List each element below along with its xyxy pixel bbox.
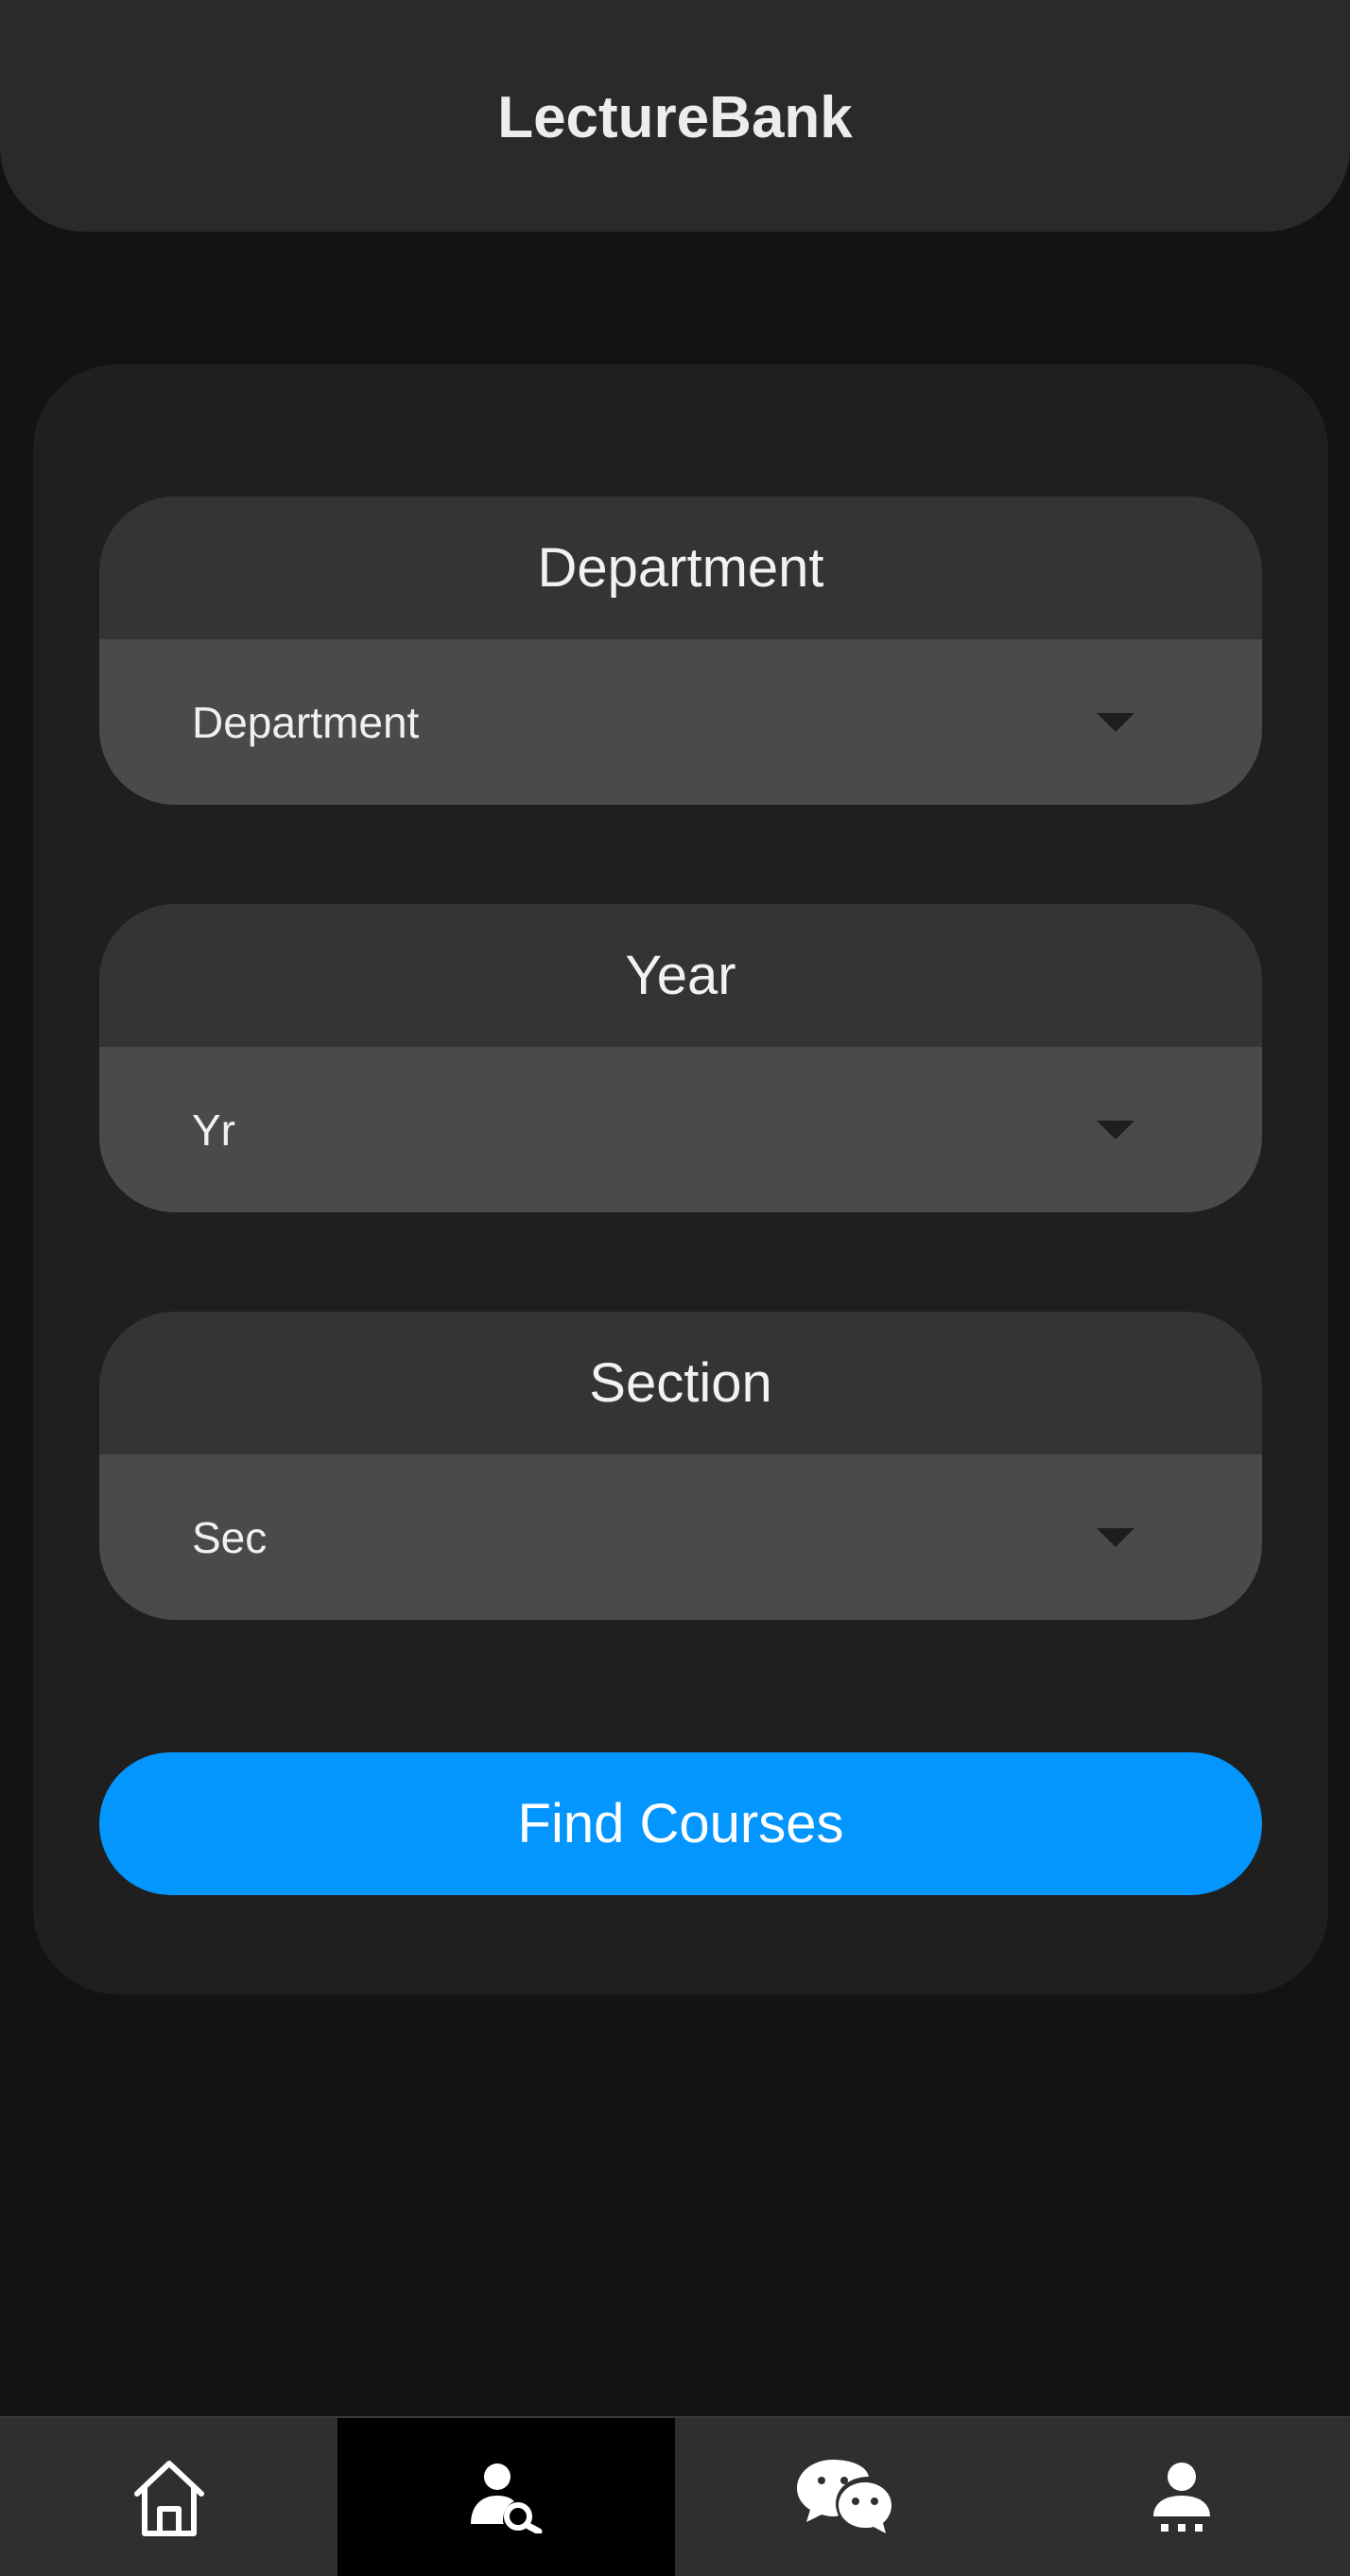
department-field: Department Department [99, 496, 1262, 805]
year-label: Year [625, 945, 736, 1006]
find-courses-button[interactable]: Find Courses [99, 1752, 1262, 1895]
nav-item-chat[interactable] [675, 2418, 1012, 2576]
section-label: Section [589, 1352, 772, 1414]
department-select-value: Department [192, 697, 420, 747]
bottom-nav [0, 2416, 1350, 2576]
department-label: Department [537, 537, 824, 599]
nav-item-course-search[interactable] [338, 2418, 675, 2576]
section-field: Section Sec [99, 1312, 1262, 1620]
app-header: LectureBank [0, 0, 1350, 232]
department-select[interactable]: Department [99, 639, 1262, 805]
year-select-value: Yr [192, 1105, 235, 1155]
section-select[interactable]: Sec [99, 1454, 1262, 1620]
caret-down-icon [1097, 1527, 1134, 1547]
year-label-bar: Year [99, 904, 1262, 1047]
chat-icon [796, 2459, 891, 2533]
caret-down-icon [1097, 1120, 1134, 1140]
year-field: Year Yr [99, 904, 1262, 1212]
section-select-value: Sec [192, 1512, 268, 1562]
department-label-bar: Department [99, 496, 1262, 639]
profile-icon [1152, 2462, 1210, 2532]
user-search-icon [470, 2463, 542, 2533]
app-title: LectureBank [497, 85, 853, 150]
caret-down-icon [1097, 712, 1134, 732]
nav-item-profile[interactable] [1012, 2418, 1350, 2576]
year-select[interactable]: Yr [99, 1047, 1262, 1212]
nav-item-home[interactable] [0, 2418, 338, 2576]
home-icon [133, 2460, 204, 2536]
app-root: LectureBank Department Department Year Y… [0, 0, 1350, 2576]
section-label-bar: Section [99, 1312, 1262, 1454]
